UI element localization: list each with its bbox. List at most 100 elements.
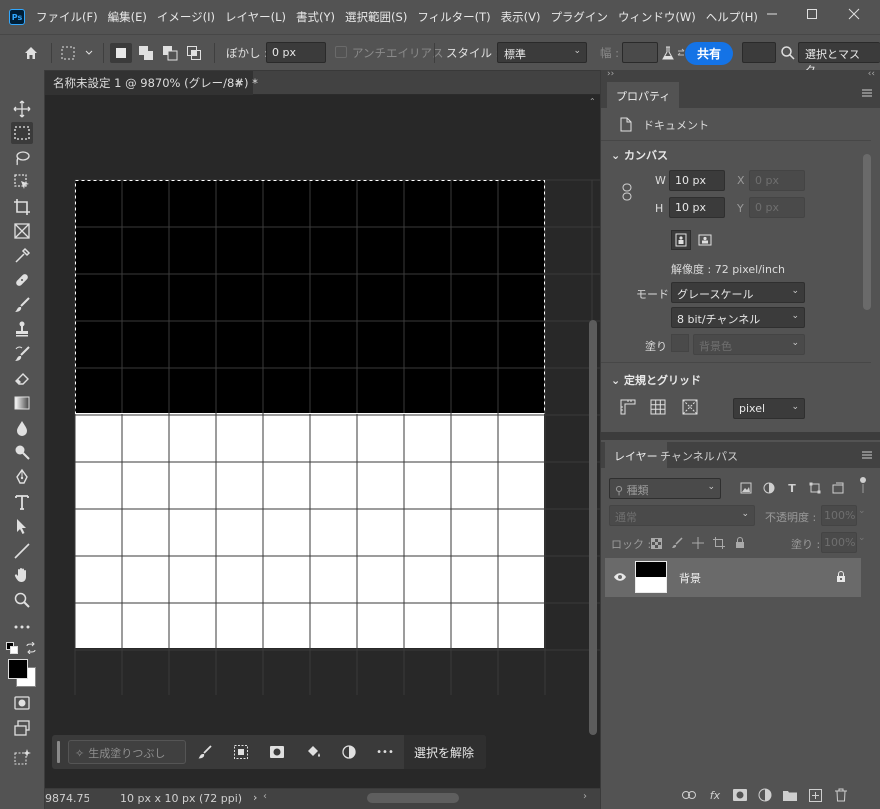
- lock-all-icon[interactable]: [733, 536, 747, 550]
- panel-menu-icon[interactable]: [861, 88, 873, 98]
- search-icon[interactable]: [778, 43, 798, 63]
- menu-window[interactable]: ウィンドウ(W): [618, 9, 696, 25]
- layer-lock-icon[interactable]: [835, 570, 847, 584]
- flask-icon[interactable]: [660, 43, 676, 63]
- collapse-left-icon[interactable]: ››: [607, 69, 614, 79]
- visibility-eye-icon[interactable]: [613, 571, 627, 583]
- collapse-panels-icon[interactable]: ‹‹: [868, 69, 875, 79]
- menu-image[interactable]: イメージ(I): [157, 9, 215, 25]
- deselect-button[interactable]: 選択を解除: [404, 735, 486, 769]
- foreground-color-swatch[interactable]: [8, 659, 28, 679]
- quick-mask-icon[interactable]: [11, 692, 33, 714]
- fill-select[interactable]: 背景色 ⌄: [693, 334, 805, 355]
- frame-tool-icon[interactable]: [11, 220, 33, 242]
- gradient-tool-icon[interactable]: [11, 392, 33, 414]
- marquee-preset-icon[interactable]: [60, 43, 96, 63]
- status-menu-arrow[interactable]: ›: [253, 791, 257, 804]
- canvas-document[interactable]: [45, 95, 600, 788]
- add-mask-icon[interactable]: [732, 787, 748, 803]
- eraser-tool-icon[interactable]: [11, 367, 33, 389]
- mask-icon[interactable]: [268, 743, 286, 761]
- fill-selection-icon[interactable]: [304, 743, 322, 761]
- zoom-level[interactable]: 9874.75: [45, 792, 89, 806]
- scroll-left-icon[interactable]: ‹: [263, 791, 267, 802]
- rectangular-marquee-tool-icon[interactable]: [11, 122, 33, 144]
- modify-selection-icon[interactable]: [196, 743, 214, 761]
- brush-tool-icon[interactable]: [11, 294, 33, 316]
- intersect-selection-icon[interactable]: [184, 43, 204, 63]
- properties-scrollbar[interactable]: [863, 154, 871, 310]
- pen-tool-icon[interactable]: [11, 466, 33, 488]
- layer-row[interactable]: 背景: [605, 558, 861, 597]
- new-adjustment-layer-icon[interactable]: [757, 787, 773, 803]
- path-selection-tool-icon[interactable]: [11, 515, 33, 537]
- layer-effects-icon[interactable]: fx: [707, 787, 723, 803]
- move-tool-icon[interactable]: [11, 98, 33, 120]
- adjustment-layer-icon[interactable]: [340, 743, 358, 761]
- menu-file[interactable]: ファイル(F): [36, 9, 98, 25]
- menu-edit[interactable]: 編集(E): [108, 9, 147, 25]
- width-input[interactable]: [622, 42, 658, 63]
- menu-view[interactable]: 表示(V): [501, 9, 541, 25]
- swap-colors-icon[interactable]: [25, 641, 37, 655]
- menu-help[interactable]: ヘルプ(H): [706, 9, 758, 25]
- filter-adjustment-layer-icon[interactable]: [762, 481, 776, 495]
- fill-opacity-input[interactable]: 100%: [821, 532, 857, 553]
- document-tab[interactable]: 名称未設定 1 @ 9870% (グレー/8#) * ×: [45, 71, 258, 95]
- filter-shape-layer-icon[interactable]: [808, 481, 822, 495]
- layers-panel-menu-icon[interactable]: [861, 450, 873, 460]
- landscape-orientation-icon[interactable]: [695, 230, 715, 250]
- menu-layer[interactable]: レイヤー(L): [225, 9, 286, 25]
- ruler-units-select[interactable]: pixel ⌄: [733, 398, 805, 419]
- canvas-workspace[interactable]: ⌃: [45, 95, 600, 788]
- swap-icon[interactable]: [677, 47, 685, 59]
- guides-icon[interactable]: [681, 398, 699, 416]
- lock-artboard-icon[interactable]: [712, 536, 726, 550]
- object-selection-tool-icon[interactable]: [11, 171, 33, 193]
- canvas-y-input[interactable]: 0 px: [749, 197, 805, 218]
- menu-filter[interactable]: フィルター(T): [417, 9, 490, 25]
- chevron-down-icon[interactable]: ⌄: [858, 533, 866, 543]
- menu-select[interactable]: 選択範囲(S): [345, 9, 407, 25]
- close-tab-icon[interactable]: ×: [234, 75, 244, 89]
- bit-depth-select[interactable]: 8 bit/チャンネル ⌄: [671, 307, 805, 328]
- minimize-icon[interactable]: [752, 0, 792, 28]
- history-brush-tool-icon[interactable]: [11, 343, 33, 365]
- filter-toggle-switch[interactable]: [859, 476, 867, 494]
- default-colors-icon[interactable]: [6, 642, 18, 654]
- tab-properties[interactable]: プロパティ: [607, 82, 680, 108]
- canvas-height-input[interactable]: 10 px: [669, 197, 725, 218]
- healing-brush-tool-icon[interactable]: [11, 269, 33, 291]
- link-icon[interactable]: [621, 183, 633, 201]
- blend-mode-select[interactable]: 通常 ⌄: [609, 505, 755, 526]
- zoom-tool-icon[interactable]: [11, 589, 33, 611]
- new-group-icon[interactable]: [782, 787, 798, 803]
- opacity-input[interactable]: 100%: [821, 505, 857, 526]
- fill-color-swatch[interactable]: [671, 334, 689, 352]
- home-icon[interactable]: [21, 43, 41, 63]
- feather-input[interactable]: 0 px: [266, 42, 326, 63]
- style-select[interactable]: 標準 ⌄: [497, 42, 587, 63]
- lock-position-icon[interactable]: [691, 536, 705, 550]
- grid-icon[interactable]: [649, 398, 667, 416]
- share-button[interactable]: 共有: [685, 42, 733, 65]
- layer-filter-select[interactable]: ⚲ 種類 ⌄: [609, 478, 721, 499]
- edit-toolbar-icon[interactable]: [11, 616, 33, 638]
- lock-image-icon[interactable]: [670, 536, 684, 550]
- tab-paths[interactable]: パス: [707, 442, 747, 468]
- new-selection-icon[interactable]: [110, 43, 132, 63]
- scroll-right-icon[interactable]: ›: [583, 791, 587, 802]
- link-layers-icon[interactable]: [681, 787, 697, 803]
- generative-icon[interactable]: [11, 746, 33, 768]
- lasso-tool-icon[interactable]: [11, 147, 33, 169]
- select-mask-button[interactable]: 選択とマスク...: [798, 42, 880, 77]
- subtract-selection-icon[interactable]: [160, 43, 180, 63]
- maximize-icon[interactable]: [792, 0, 832, 28]
- delete-layer-icon[interactable]: [833, 787, 849, 803]
- portrait-orientation-icon[interactable]: [671, 230, 691, 250]
- color-mode-select[interactable]: グレースケール ⌄: [671, 282, 805, 303]
- screen-mode-icon[interactable]: [11, 717, 33, 739]
- crop-tool-icon[interactable]: [11, 196, 33, 218]
- menu-type[interactable]: 書式(Y): [296, 9, 335, 25]
- generative-fill-button[interactable]: ✧ 生成塗りつぶし: [68, 740, 186, 764]
